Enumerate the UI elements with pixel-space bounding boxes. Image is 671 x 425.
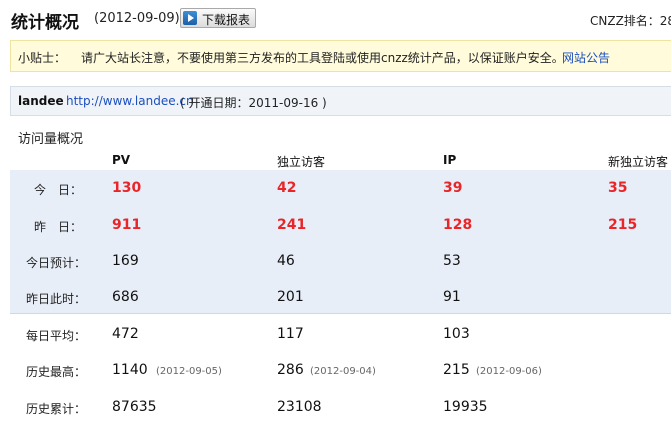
yesterday-same-time-ip: 91 [443,289,461,305]
today-pv: 130 [112,180,142,196]
yesterday-ip: 128 [443,217,473,233]
historical-total-unique-visitors: 23108 [277,399,322,415]
forecast-ip: 53 [443,253,461,269]
site-name: landee [18,94,64,108]
historical-max-unique-visitors: 286 [277,362,304,378]
row-label-historical-max: 历史最高： [26,365,87,379]
yesterday-same-time-pv: 686 [112,289,139,305]
historical-max-pv: 1140 [112,362,148,378]
cnzz-rank: CNZZ排名：28 [590,14,671,28]
column-header-new-visitors: 新独立访客 [608,155,669,169]
forecast-unique-visitors: 46 [277,253,295,269]
daily-average-unique-visitors: 117 [277,326,304,342]
highlight-band [10,170,671,313]
daily-average-ip: 103 [443,326,470,342]
column-header-unique-visitors: 独立访客 [277,155,326,169]
historical-max-unique-visitors-date: (2012-09-04) [310,366,376,377]
historical-total-pv: 87635 [112,399,157,415]
today-unique-visitors: 42 [277,180,297,196]
row-label-daily-average: 每日平均： [26,329,87,343]
page-title: 统计概况 [11,13,79,33]
daily-average-pv: 472 [112,326,139,342]
tip-text: 请广大站长注意，不要使用第三方发布的工具登陆或使用cnzz统计产品，以保证账户安… [81,51,564,65]
divider [10,313,671,314]
site-open-date: ( 开通日期：2011-09-16 ) [180,96,327,110]
row-label-yesterday-same-time: 昨日此时： [26,292,87,306]
historical-max-ip: 215 [443,362,470,378]
yesterday-new-visitors: 215 [608,217,638,233]
historical-max-ip-date: (2012-09-06) [476,366,542,377]
today-ip: 39 [443,180,463,196]
row-label-today: 今 日： [34,183,83,197]
tip-label: 小贴士： [18,51,67,65]
download-report-button[interactable]: 下载报表 [180,8,256,28]
play-icon [183,11,197,25]
column-header-pv: PV [112,153,131,167]
yesterday-unique-visitors: 241 [277,217,307,233]
yesterday-same-time-unique-visitors: 201 [277,289,304,305]
historical-total-ip: 19935 [443,399,488,415]
site-url-link[interactable]: http://www.landee.cn [66,94,194,108]
column-header-ip: IP [443,153,457,167]
row-label-historical-total: 历史累计： [26,402,87,416]
yesterday-pv: 911 [112,217,142,233]
site-notice-link[interactable]: 网站公告 [562,49,610,66]
section-title: 访问量概况 [18,132,84,147]
report-date: (2012-09-09) [94,11,180,26]
row-label-yesterday: 昨 日： [34,220,83,234]
download-report-label: 下载报表 [202,13,251,27]
historical-max-pv-date: (2012-09-05) [156,366,222,377]
today-new-visitors: 35 [608,180,628,196]
row-label-today-forecast: 今日预计： [26,256,87,270]
forecast-pv: 169 [112,253,139,269]
